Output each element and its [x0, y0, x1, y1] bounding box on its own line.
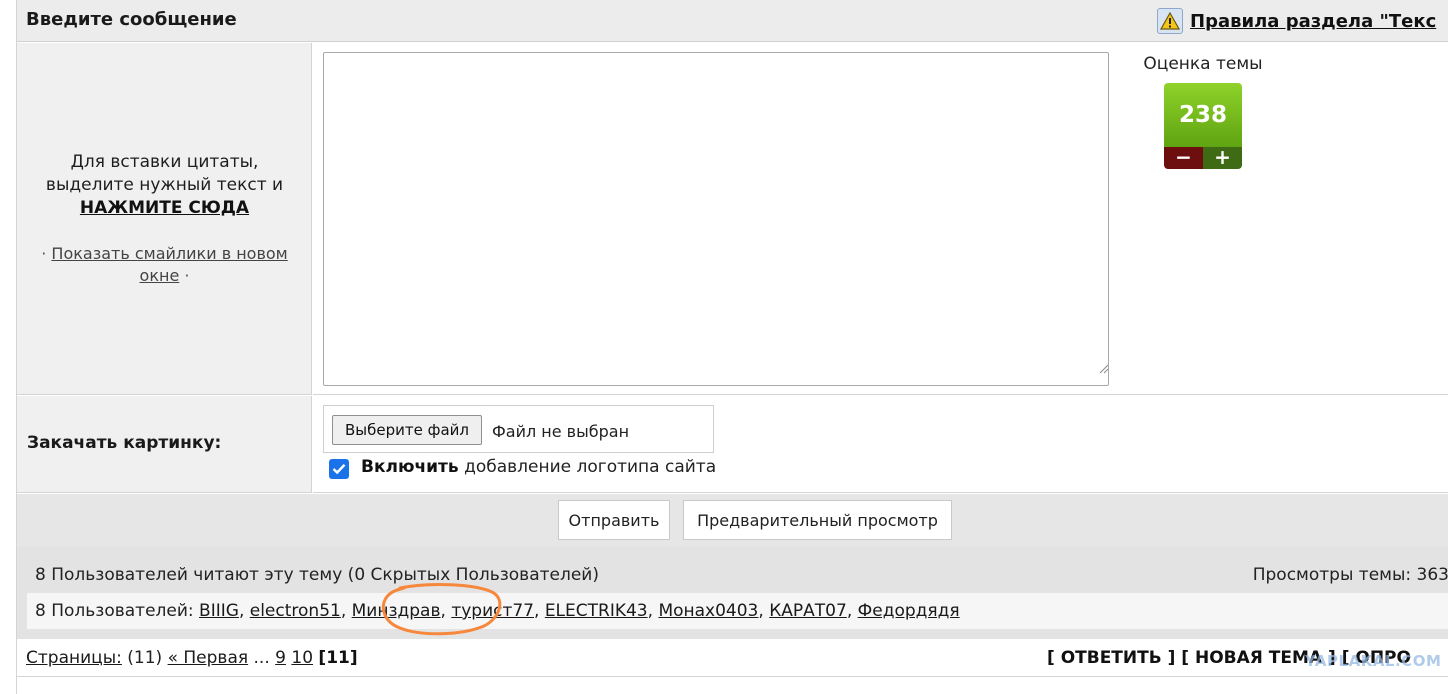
user-link[interactable]: Монах0403 [658, 601, 758, 621]
user-link[interactable]: electron51 [250, 601, 341, 621]
site-watermark: YAPLAKAL.COM [1305, 652, 1442, 670]
readers-prefix: 8 Пользователей: [35, 601, 200, 621]
user-link[interactable]: ELECTRIK43 [545, 601, 648, 621]
readers-list: 8 Пользователей: BIIIG, electron51, Минз… [35, 601, 960, 621]
checkmark-icon [332, 463, 346, 475]
rating-score: 238 [1164, 83, 1242, 147]
user-link[interactable]: Федордядя [858, 601, 960, 621]
pagination: Страницы: (11) « Первая ... 9 10 [11] [26, 648, 358, 668]
send-button[interactable]: Отправить [558, 500, 670, 540]
reply-button[interactable]: [ ОТВЕТИТЬ ] [1047, 648, 1175, 668]
message-textarea[interactable] [323, 52, 1109, 386]
user-link[interactable]: турист77 [451, 601, 534, 621]
form-title: Введите сообщение [26, 9, 237, 30]
rating-title: Оценка темы [1143, 54, 1263, 74]
quote-line-1: Для вставки цитаты, [70, 152, 259, 172]
topic-rating: Оценка темы 238 − + [1123, 54, 1283, 169]
warning-icon [1157, 8, 1183, 34]
rating-widget: 238 − + [1164, 83, 1242, 169]
logo-checkbox-label: Включить добавление логотипа сайта [361, 457, 716, 477]
quote-instructions: Для вставки цитаты, выделите нужный текс… [17, 151, 312, 220]
page-link[interactable]: 9 [275, 648, 286, 668]
quote-line-2: выделите нужный текст и [45, 175, 284, 195]
smiles-block: · Показать смайлики в новом окне · [41, 244, 288, 285]
rating-plus-button[interactable]: + [1203, 147, 1242, 169]
upload-cell: Выберите файл Файл не выбран Включить до… [313, 396, 1448, 493]
file-input: Выберите файл Файл не выбран [323, 405, 714, 453]
reply-form: Введите сообщение Правила раздела "Текс … [16, 0, 1448, 694]
choose-file-button[interactable]: Выберите файл [332, 415, 482, 445]
pages-ellipsis: ... [253, 648, 270, 668]
user-link[interactable]: BIIIG [199, 601, 239, 621]
rating-minus-button[interactable]: − [1164, 147, 1203, 169]
quote-insert-link[interactable]: НАЖМИТЕ СЮДА [80, 198, 249, 218]
user-link[interactable]: КАРАТ07 [769, 601, 847, 621]
user-link[interactable]: Минздрав [352, 601, 441, 621]
form-header: Введите сообщение Правила раздела "Текс [17, 0, 1448, 42]
pagination-row: Страницы: (11) « Первая ... 9 10 [11] [ … [17, 639, 1448, 677]
submit-row: Отправить Предварительный просмотр [17, 494, 1448, 547]
upload-label: Закачать картинку: [27, 433, 222, 453]
logo-label-rest: добавление логотипа сайта [458, 457, 717, 477]
pages-label-link[interactable]: Страницы: [26, 648, 122, 668]
section-rules: Правила раздела "Текс [1157, 8, 1436, 34]
current-page: [11] [318, 648, 358, 668]
first-page-link[interactable]: « Первая [168, 648, 249, 668]
file-status: Файл не выбран [492, 422, 630, 441]
show-smiles-link[interactable]: Показать смайлики в новом окне [51, 244, 287, 285]
readers-summary: 8 Пользователей читают эту тему (0 Скрыт… [35, 565, 599, 585]
rules-link[interactable]: Правила раздела "Текс [1190, 11, 1436, 32]
readers-list-row: 8 Пользователей: BIIIG, electron51, Минз… [27, 593, 1448, 629]
upload-label-cell: Закачать картинку: [17, 396, 312, 493]
page-link[interactable]: 10 [291, 648, 313, 668]
rating-buttons: − + [1164, 147, 1242, 169]
preview-button[interactable]: Предварительный просмотр [683, 500, 952, 540]
topic-views: Просмотры темы: 363 [1252, 565, 1448, 585]
logo-checkbox[interactable] [329, 459, 349, 479]
quote-help-panel: Для вставки цитаты, выделите нужный текс… [17, 43, 312, 395]
logo-label-bold: Включить [361, 457, 459, 477]
page-count: (11) [127, 648, 163, 668]
resize-grip-icon[interactable] [1099, 364, 1109, 374]
active-readers: 8 Пользователей читают эту тему (0 Скрыт… [17, 547, 1448, 639]
